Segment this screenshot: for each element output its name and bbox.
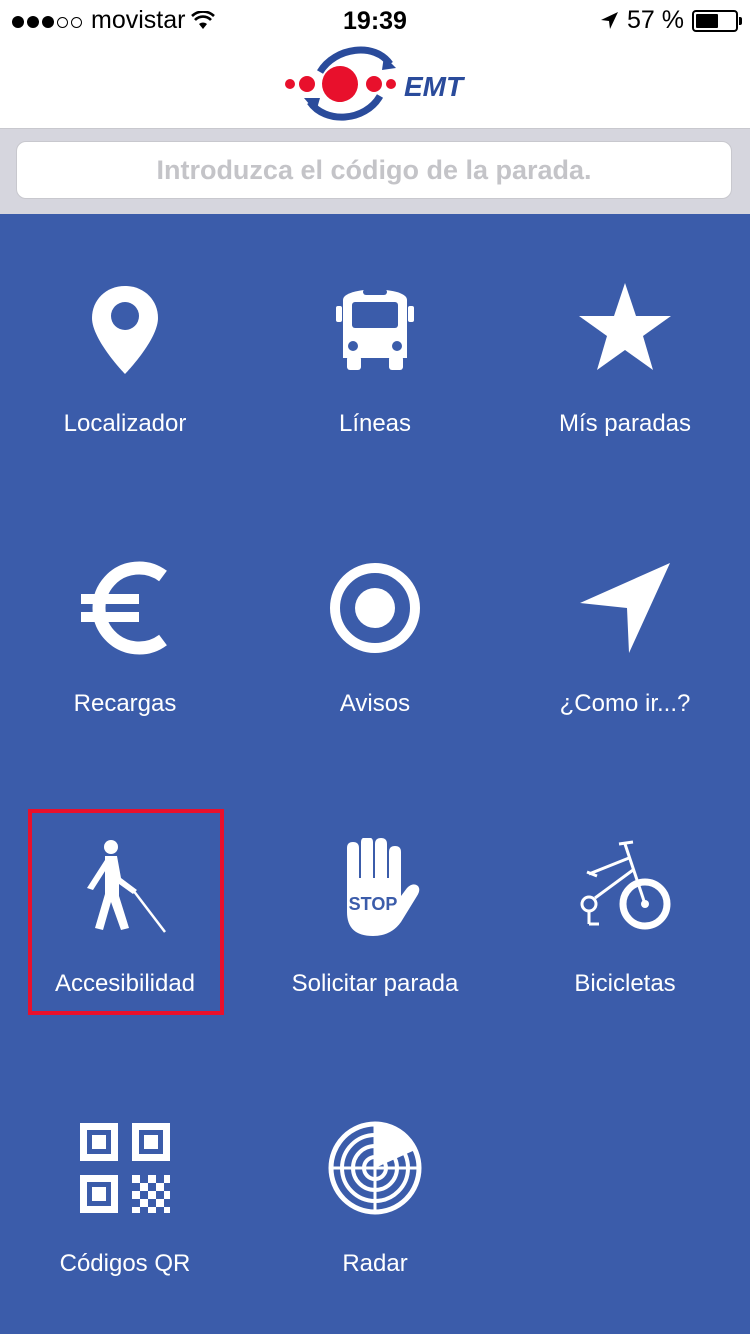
battery-fill — [696, 13, 718, 28]
location-arrow-icon — [601, 11, 619, 29]
menu-item-label: Localizador — [63, 410, 187, 437]
bicycle-icon — [580, 840, 671, 930]
menu-item-solicitar-parada[interactable]: STOP Solicitar parada — [250, 774, 500, 1054]
selection-highlight — [28, 809, 224, 1015]
app-header: EMT — [0, 40, 750, 129]
menu-item-label: ¿Como ir...? — [559, 690, 691, 717]
menu-item-localizador[interactable]: Localizador — [0, 214, 250, 494]
stop-hand-icon: STOP — [347, 838, 420, 936]
target-icon — [330, 563, 420, 653]
radar-icon — [328, 1121, 422, 1215]
bus-icon — [336, 289, 414, 370]
menu-item-label: Códigos QR — [59, 1250, 191, 1277]
qr-code-icon — [80, 1123, 170, 1213]
menu-item-bicicletas[interactable]: Bicicletas — [500, 774, 750, 1054]
menu-item-label: Líneas — [338, 410, 412, 437]
battery-icon — [692, 9, 742, 32]
menu-item-como-ir[interactable]: ¿Como ir...? — [500, 494, 750, 774]
star-icon — [579, 283, 671, 370]
navigation-arrow-icon — [580, 563, 670, 653]
status-bar: movistar 19:39 57 % — [0, 0, 750, 40]
euro-icon — [81, 561, 167, 655]
menu-item-label: Solicitar parada — [291, 970, 459, 997]
stop-code-input[interactable]: Introduzca el código de la parada. — [16, 141, 732, 199]
battery-percent: 57 % — [627, 6, 684, 34]
menu-item-label: Radar — [342, 1250, 408, 1277]
menu-item-codigos-qr[interactable]: Códigos QR — [0, 1054, 250, 1334]
menu-item-recargas[interactable]: Recargas — [0, 494, 250, 774]
menu-item-label: Recargas — [73, 690, 177, 717]
map-pin-icon — [92, 286, 158, 374]
logo-text: EMT — [404, 71, 466, 102]
menu-item-label: Bicicletas — [574, 970, 676, 997]
status-right: 57 % — [599, 6, 742, 35]
emt-logo: EMT — [285, 46, 466, 121]
menu-item-label: Mís paradas — [558, 410, 692, 437]
svg-text:STOP: STOP — [349, 894, 398, 914]
menu-item-avisos[interactable]: Avisos — [250, 494, 500, 774]
menu-item-mis-paradas[interactable]: Mís paradas — [500, 214, 750, 494]
menu-item-lineas[interactable]: Líneas — [250, 214, 500, 494]
menu-grid: Localizador Líneas Mís paradas Recargas — [0, 214, 750, 1334]
search-bar: Introduzca el código de la parada. — [0, 129, 750, 214]
menu-item-label: Avisos — [339, 690, 411, 717]
menu-item-radar[interactable]: Radar — [250, 1054, 500, 1334]
